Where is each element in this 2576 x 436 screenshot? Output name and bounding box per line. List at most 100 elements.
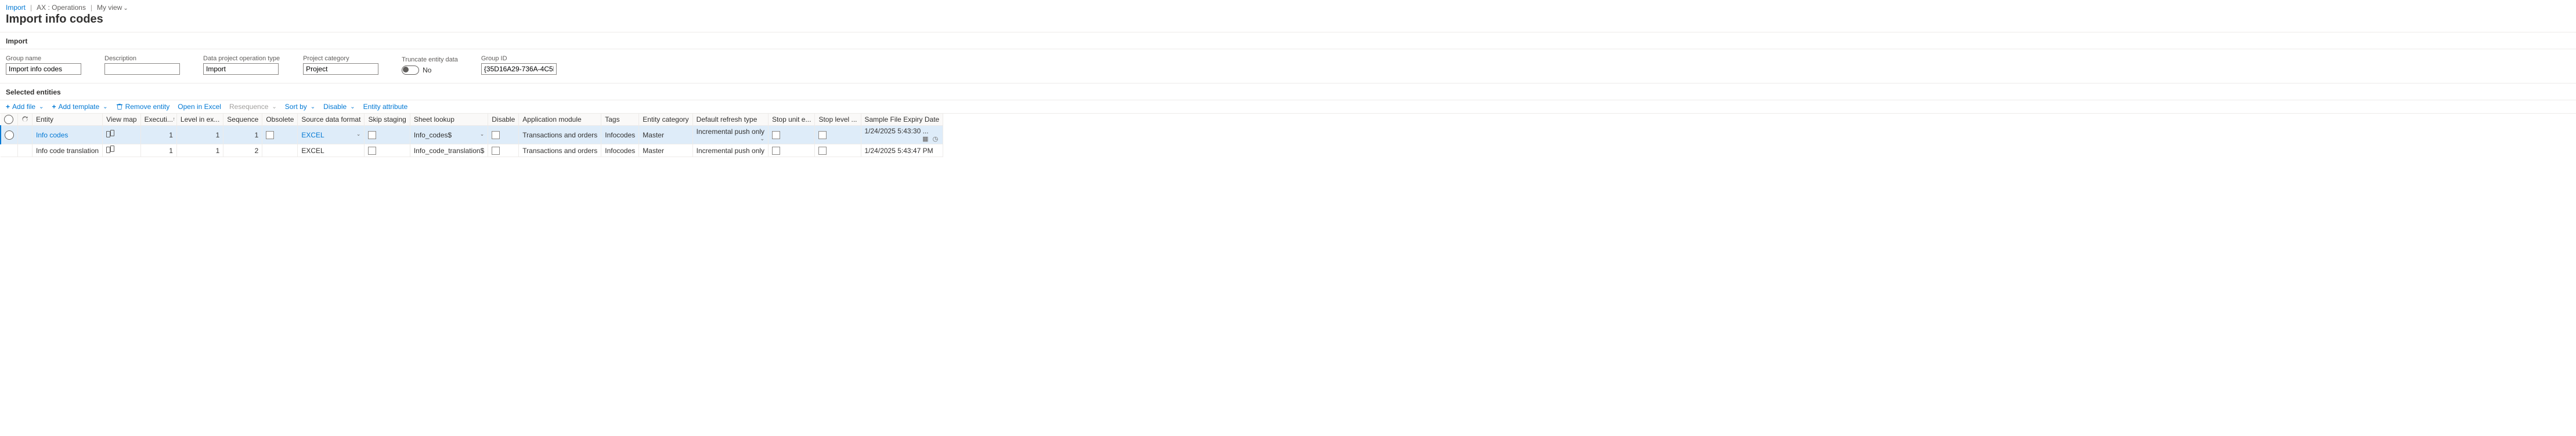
col-execution-unit[interactable]: Executi...↑ <box>140 114 176 126</box>
cell-sequence[interactable]: 1 <box>223 126 262 144</box>
plus-icon: + <box>6 103 10 111</box>
cell-execution-unit[interactable]: 1 <box>140 126 176 144</box>
label-truncate: Truncate entity data <box>402 56 458 63</box>
col-entity[interactable]: Entity <box>33 114 103 126</box>
cell-tags: Infocodes <box>601 126 639 144</box>
entities-grid: Entity View map Executi...↑ Level in ex.… <box>0 114 943 157</box>
cell-refresh-type[interactable]: Incremental push only <box>692 144 768 157</box>
col-view-map[interactable]: View map <box>103 114 140 126</box>
col-tags[interactable]: Tags <box>601 114 639 126</box>
cell-app-module: Transactions and orders <box>519 126 601 144</box>
checkbox-skip-staging[interactable] <box>368 147 376 155</box>
checkbox-stop-unit[interactable] <box>772 147 780 155</box>
col-sequence[interactable]: Sequence <box>223 114 262 126</box>
toolbar-sort-by[interactable]: Sort by <box>285 103 315 111</box>
breadcrumb-import[interactable]: Import <box>6 3 26 12</box>
cell-execution-unit[interactable]: 1 <box>140 144 176 157</box>
breadcrumb-separator-2: | <box>91 3 92 12</box>
col-stop-level[interactable]: Stop level ... <box>815 114 861 126</box>
field-project-category: Project category Project <box>303 55 378 75</box>
cell-entity[interactable]: Info code translation <box>33 144 103 157</box>
cell-entity-category: Master <box>639 144 692 157</box>
col-disable[interactable]: Disable <box>488 114 519 126</box>
cell-tags: Infocodes <box>601 144 639 157</box>
sort-asc-icon: ↑ <box>172 116 175 122</box>
toggle-truncate-value: No <box>423 66 431 74</box>
input-group-id[interactable] <box>481 63 557 75</box>
checkbox-stop-level[interactable] <box>818 131 827 139</box>
breadcrumb: Import | AX : Operations | My view <box>0 0 2576 13</box>
toolbar-add-template[interactable]: + Add template <box>52 103 107 111</box>
toolbar-add-file-label: Add file <box>12 103 35 111</box>
grid-header-row: Entity View map Executi...↑ Level in ex.… <box>1 114 943 126</box>
col-obsolete[interactable]: Obsolete <box>262 114 298 126</box>
view-map-icon[interactable] <box>106 130 114 138</box>
checkbox-stop-level[interactable] <box>818 147 827 155</box>
checkbox-disable[interactable] <box>492 131 500 139</box>
input-group-name[interactable] <box>6 63 81 75</box>
col-level[interactable]: Level in ex... <box>176 114 223 126</box>
col-app-module[interactable]: Application module <box>519 114 601 126</box>
toggle-truncate[interactable] <box>402 66 419 75</box>
toolbar-remove-entity[interactable]: Remove entity <box>116 103 170 111</box>
cell-source-format[interactable]: EXCEL <box>298 144 365 157</box>
table-row[interactable]: Info code translation 1 1 2 EXCEL Info_c… <box>1 144 943 157</box>
row-radio-icon[interactable] <box>5 130 14 140</box>
source-format-dropdown[interactable]: EXCEL <box>301 131 324 139</box>
input-description[interactable] <box>104 63 180 75</box>
checkbox-skip-staging[interactable] <box>368 131 376 139</box>
breadcrumb-separator-1: | <box>30 3 32 12</box>
col-source-format[interactable]: Source data format <box>298 114 365 126</box>
toolbar-add-file[interactable]: + Add file <box>6 103 44 111</box>
toolbar-add-template-label: Add template <box>58 103 99 111</box>
cell-level[interactable]: 1 <box>176 144 223 157</box>
table-row[interactable]: Info codes 1 1 1 EXCEL Info_codes$ Trans… <box>1 126 943 144</box>
field-operation-type: Data project operation type <box>203 55 280 75</box>
cell-expiry[interactable]: 1/24/2025 5:43:30 ...▦ ◷ <box>861 126 943 144</box>
checkbox-obsolete[interactable] <box>266 131 274 139</box>
cell-expiry[interactable]: 1/24/2025 5:43:47 PM <box>861 144 943 157</box>
field-group-name: Group name <box>6 55 81 75</box>
entity-link[interactable]: Info codes <box>36 131 68 139</box>
toolbar-resequence: Resequence <box>229 103 277 111</box>
input-operation-type[interactable] <box>203 63 279 75</box>
field-group-id: Group ID <box>481 55 557 75</box>
cell-level[interactable]: 1 <box>176 126 223 144</box>
col-skip-staging[interactable]: Skip staging <box>365 114 410 126</box>
toolbar-disable[interactable]: Disable <box>323 103 355 111</box>
sheet-lookup-dropdown[interactable]: Info_codes$ <box>410 126 488 144</box>
cell-sheet-lookup[interactable]: Info_code_translation$ <box>410 144 488 157</box>
section-heading-selected-entities: Selected entities <box>0 83 2576 100</box>
refresh-type-dropdown[interactable]: Incremental push only <box>692 126 768 144</box>
toolbar-remove-entity-label: Remove entity <box>125 103 170 111</box>
refresh-icon <box>21 115 28 123</box>
label-group-id: Group ID <box>481 55 557 62</box>
label-operation-type: Data project operation type <box>203 55 280 62</box>
cell-app-module: Transactions and orders <box>519 144 601 157</box>
plus-icon: + <box>52 103 56 111</box>
cell-sequence[interactable]: 2 <box>223 144 262 157</box>
view-map-icon[interactable] <box>106 146 114 154</box>
trash-icon <box>116 103 123 111</box>
calendar-clock-icon[interactable]: ▦ ◷ <box>922 135 939 143</box>
col-refresh-type[interactable]: Default refresh type <box>692 114 768 126</box>
field-description: Description <box>104 55 180 75</box>
field-truncate: Truncate entity data No <box>402 56 458 75</box>
checkbox-disable[interactable] <box>492 147 500 155</box>
col-stop-unit[interactable]: Stop unit e... <box>769 114 815 126</box>
breadcrumb-view-dropdown[interactable]: My view <box>97 3 128 12</box>
radio-select-all-icon <box>4 115 13 124</box>
label-description: Description <box>104 55 180 62</box>
section-heading-import: Import <box>0 32 2576 49</box>
checkbox-stop-unit[interactable] <box>772 131 780 139</box>
col-select[interactable] <box>1 114 18 126</box>
col-entity-category[interactable]: Entity category <box>639 114 692 126</box>
toolbar-entity-attribute[interactable]: Entity attribute <box>363 103 408 111</box>
toolbar-open-in-excel[interactable]: Open in Excel <box>178 103 221 111</box>
select-project-category[interactable]: Project <box>303 63 378 75</box>
col-sheet-lookup[interactable]: Sheet lookup <box>410 114 488 126</box>
col-refresh[interactable] <box>18 114 33 126</box>
col-sample-expiry[interactable]: Sample File Expiry Date <box>861 114 943 126</box>
page-title: Import info codes <box>0 13 2576 31</box>
breadcrumb-workspace: AX : Operations <box>37 3 86 12</box>
